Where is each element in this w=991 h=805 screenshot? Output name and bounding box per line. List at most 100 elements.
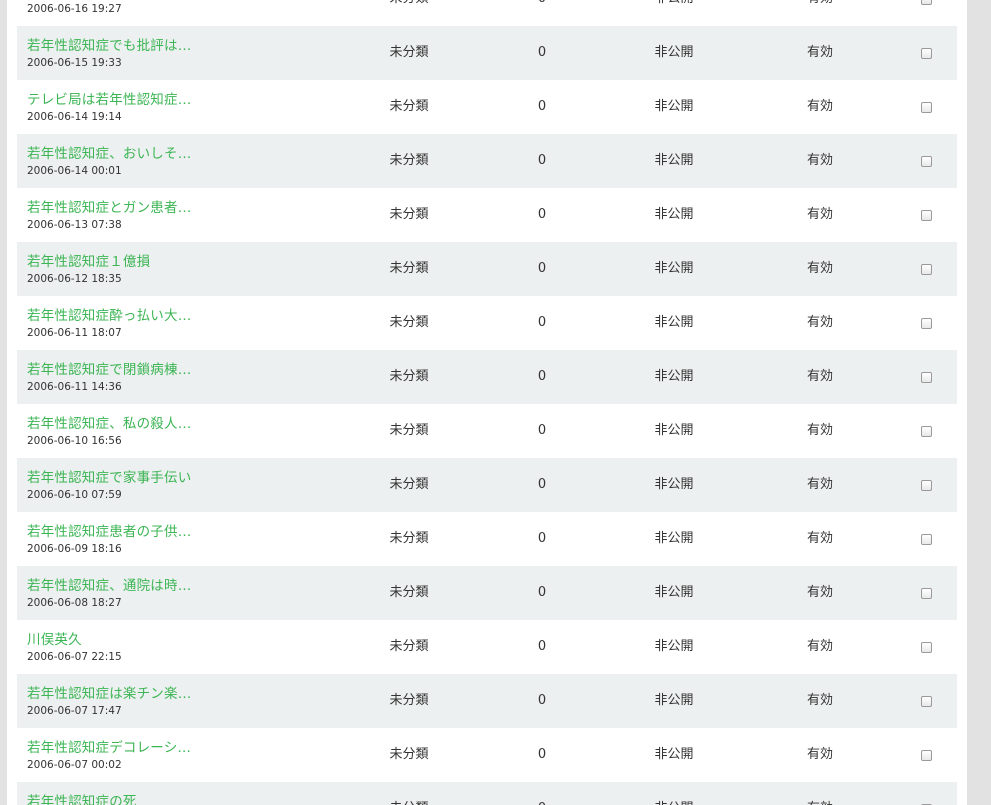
entry-date: 2006-06-07 00:02 — [27, 759, 122, 771]
entry-select-checkbox[interactable] — [921, 318, 932, 329]
entry-status: 有効 — [806, 315, 833, 330]
table-row: 若年性認知症は楽チン楽… 2006-06-07 17:47 未分類 0 非公開 有効 — [17, 674, 957, 728]
entry-title-link[interactable]: 若年性認知症の死 — [27, 790, 137, 805]
table-row: 若年性認知症、通院は時… 2006-06-08 18:27 未分類 0 非公開 有効 — [17, 566, 957, 620]
entry-status: 有効 — [806, 477, 833, 492]
entry-comment-count: 0 — [537, 423, 547, 438]
entry-title-link[interactable]: 若年性認知症、おいしそ… — [27, 142, 191, 162]
entry-status: 有効 — [770, 0, 870, 26]
entry-visibility: 非公開 — [654, 99, 694, 114]
entry-title-link[interactable]: 若年性認知症１億損 — [27, 250, 150, 270]
entry-title-link[interactable]: テレビ局は若年性認知症… — [27, 88, 191, 108]
entry-category: 未分類 — [389, 369, 429, 384]
entry-status: 有効 — [806, 639, 833, 654]
table-row: 若年性認知症で閉鎖病棟… 2006-06-11 14:36 未分類 0 非公開 有効 — [17, 350, 957, 404]
entry-status: 有効 — [806, 585, 833, 600]
entry-comment-count: 0 — [537, 477, 547, 492]
entry-date: 2006-06-11 14:36 — [27, 381, 122, 393]
entry-visibility: 非公開 — [654, 531, 694, 546]
entry-comment-count: 0 — [537, 369, 547, 384]
entry-comment-count: 0 — [537, 45, 547, 60]
entry-visibility: 非公開 — [654, 315, 694, 330]
entry-category: 未分類 — [389, 45, 429, 60]
entry-title-link[interactable]: 若年性認知症、通院は時… — [27, 574, 191, 594]
entry-select-checkbox[interactable] — [921, 102, 932, 113]
entry-visibility: 非公開 — [654, 261, 694, 276]
entry-date: 2006-06-10 07:59 — [27, 489, 122, 501]
entry-category: 未分類 — [389, 531, 429, 546]
entry-select-checkbox[interactable] — [921, 534, 932, 545]
entry-comment-count: 0 — [537, 531, 547, 546]
table-row: 若年性認知症で家事手伝い 2006-06-10 07:59 未分類 0 非公開 有効 — [17, 458, 957, 512]
entry-category: 未分類 — [359, 782, 459, 805]
entry-comment-count: 0 — [537, 99, 547, 114]
entry-status: 有効 — [806, 99, 833, 114]
entry-title-link[interactable]: 若年性認知症とガン患者… — [27, 196, 191, 216]
entry-select-checkbox[interactable] — [921, 156, 932, 167]
table-row: 若年性認知症、おいしそ… 2006-06-14 00:01 未分類 0 非公開 有効 — [17, 134, 957, 188]
entry-status: 有効 — [806, 207, 833, 222]
entry-date: 2006-06-16 19:27 — [27, 3, 122, 15]
entry-select-checkbox[interactable] — [921, 642, 932, 653]
entry-title-link[interactable]: 若年性認知症酔っ払い大… — [27, 304, 191, 324]
table-row: 若年性認知症患者の子供… 2006-06-09 18:16 未分類 0 非公開 有効 — [17, 512, 957, 566]
entry-title-link[interactable]: 若年性認知症、私の殺人… — [27, 412, 191, 432]
entry-select-checkbox[interactable] — [921, 588, 932, 599]
entry-category: 未分類 — [389, 477, 429, 492]
entry-select-checkbox[interactable] — [921, 372, 932, 383]
entry-date: 2006-06-07 17:47 — [27, 705, 122, 717]
entry-status: 有効 — [806, 261, 833, 276]
entry-category: 未分類 — [389, 423, 429, 438]
entry-category: 未分類 — [389, 747, 429, 762]
entry-list: 2006-06-16 19:27未分類0非公開有効若年性認知症でも批評は…200… — [17, 0, 957, 805]
entry-comment-count: 0 — [492, 782, 592, 805]
entry-comment-count: 0 — [537, 639, 547, 654]
entry-list-panel: 2006-06-16 19:27未分類0非公開有効若年性認知症でも批評は…200… — [7, 0, 967, 805]
entry-select-checkbox[interactable] — [921, 264, 932, 275]
entry-select-checkbox[interactable] — [921, 750, 932, 761]
entry-date: 2006-06-11 18:07 — [27, 327, 122, 339]
table-row: 若年性認知症でも批評は… 2006-06-15 19:33 未分類 0 非公開 有効 — [17, 26, 957, 80]
entry-category: 未分類 — [389, 207, 429, 222]
entry-title-link[interactable]: 川俣英久 — [27, 628, 82, 648]
entry-title-link[interactable]: 若年性認知症でも批評は… — [27, 34, 191, 54]
entry-status: 有効 — [806, 369, 833, 384]
entry-status: 有効 — [770, 782, 870, 805]
table-row: 川俣英久 2006-06-07 22:15 未分類 0 非公開 有効 — [17, 620, 957, 674]
entry-category: 未分類 — [389, 315, 429, 330]
entry-select-checkbox[interactable] — [921, 480, 932, 491]
entry-status: 有効 — [806, 747, 833, 762]
entry-status: 有効 — [806, 423, 833, 438]
entry-title-link[interactable]: 若年性認知症は楽チン楽… — [27, 682, 191, 702]
entry-category: 未分類 — [389, 153, 429, 168]
entry-select-checkbox[interactable] — [921, 48, 932, 59]
table-row: 若年性認知症とガン患者… 2006-06-13 07:38 未分類 0 非公開 有効 — [17, 188, 957, 242]
entry-visibility: 非公開 — [654, 423, 694, 438]
entry-comment-count: 0 — [537, 693, 547, 708]
entry-select-checkbox[interactable] — [921, 426, 932, 437]
entry-category: 未分類 — [389, 99, 429, 114]
entry-status: 有効 — [806, 45, 833, 60]
entry-select-checkbox[interactable] — [921, 210, 932, 221]
entry-date: 2006-06-10 16:56 — [27, 435, 122, 447]
table-row: 若年性認知症酔っ払い大… 2006-06-11 18:07 未分類 0 非公開 有効 — [17, 296, 957, 350]
entry-category: 未分類 — [389, 639, 429, 654]
entry-visibility: 非公開 — [624, 0, 724, 26]
entry-title-link[interactable]: 若年性認知症患者の子供… — [27, 520, 191, 540]
entry-date: 2006-06-14 00:01 — [27, 165, 122, 177]
entry-date: 2006-06-13 07:38 — [27, 219, 122, 231]
table-row: 若年性認知症１億損 2006-06-12 18:35 未分類 0 非公開 有効 — [17, 242, 957, 296]
entry-title-link[interactable]: 若年性認知症で家事手伝い — [27, 466, 191, 486]
entry-comment-count: 0 — [537, 585, 547, 600]
entry-comment-count: 0 — [537, 153, 547, 168]
table-row: 若年性認知症の死 未分類 0 非公開 有効 — [17, 782, 957, 805]
entry-title-link[interactable]: 若年性認知症で閉鎖病棟… — [27, 358, 191, 378]
entry-select-checkbox[interactable] — [921, 696, 932, 707]
table-row: 若年性認知症デコレーシ… 2006-06-07 00:02 未分類 0 非公開 有効 — [17, 728, 957, 782]
entry-visibility: 非公開 — [654, 369, 694, 384]
entry-comment-count: 0 — [537, 207, 547, 222]
entry-date: 2006-06-15 19:33 — [27, 57, 122, 69]
entry-select-checkbox[interactable] — [921, 0, 932, 5]
entry-title-link[interactable]: 若年性認知症デコレーシ… — [27, 736, 191, 756]
entry-date: 2006-06-09 18:16 — [27, 543, 122, 555]
